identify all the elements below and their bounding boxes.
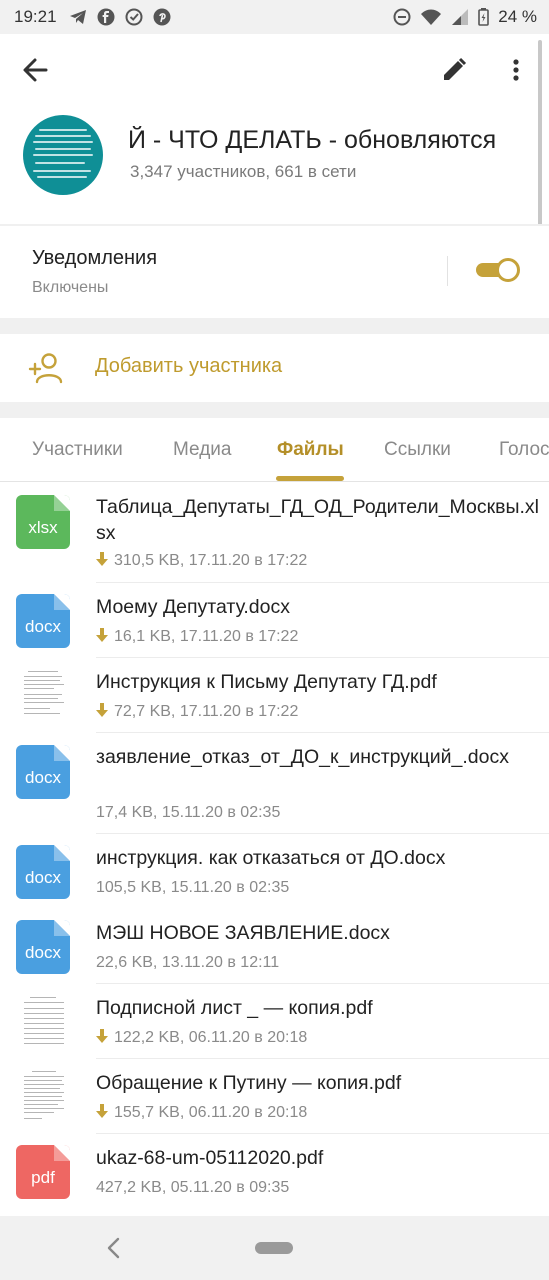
back-button[interactable]	[20, 56, 52, 84]
notifications-row[interactable]: Уведомления Включены	[0, 226, 549, 318]
download-icon	[96, 1029, 108, 1043]
pinterest-icon	[153, 8, 171, 26]
download-icon	[96, 703, 108, 717]
file-name: заявление_отказ_от_ДО_к_инструкций_.docx	[96, 746, 509, 768]
signal-icon	[451, 8, 469, 26]
section-divider	[0, 402, 549, 418]
file-item[interactable]: docx МЭШ НОВОЕ ЗАЯВЛЕНИЕ.docx 22,6 KB, 1…	[0, 909, 549, 984]
nav-back-button[interactable]	[104, 1236, 122, 1260]
download-icon	[96, 628, 108, 642]
arrow-left-icon	[23, 58, 48, 82]
battery-percent: 24 %	[498, 7, 537, 26]
tab-files[interactable]: Файлы	[277, 439, 344, 461]
divider	[447, 256, 448, 286]
pencil-icon	[444, 57, 467, 80]
telegram-icon	[69, 9, 87, 25]
file-meta-text: 17,4 KB, 15.11.20 в 02:35	[96, 804, 281, 821]
chat-avatar[interactable]	[23, 115, 103, 195]
file-meta: 72,7 KB, 17.11.20 в 17:22	[96, 703, 298, 721]
check-circle-icon	[125, 8, 143, 26]
notifications-title: Уведомления	[32, 247, 158, 269]
file-meta: 155,7 KB, 06.11.20 в 20:18	[96, 1104, 307, 1122]
status-time: 19:21	[14, 7, 57, 26]
notifications-toggle[interactable]	[474, 256, 522, 284]
tab-voice[interactable]: Голос	[499, 439, 549, 461]
file-name: МЭШ НОВОЕ ЗАЯВЛЕНИЕ.docx	[96, 922, 390, 944]
add-member-label: Добавить участника	[95, 355, 283, 377]
file-meta: 16,1 KB, 17.11.20 в 17:22	[96, 628, 298, 646]
file-meta-text: 427,2 KB, 05.11.20 в 09:35	[96, 1179, 290, 1196]
file-meta-text: 122,2 KB, 06.11.20 в 20:18	[114, 1029, 308, 1046]
more-options-button[interactable]	[506, 56, 526, 84]
file-name: Подписной лист _ — копия.pdf	[96, 997, 373, 1019]
system-nav-bar	[0, 1216, 549, 1280]
file-name: Таблица_Депутаты_ГД_ОД_Родители_Москвы.x…	[96, 496, 540, 544]
status-bar: 19:21 24 %	[0, 0, 549, 34]
download-icon	[96, 1104, 108, 1118]
tab-links[interactable]: Ссылки	[384, 439, 451, 461]
docx-file-icon: docx	[16, 594, 70, 648]
docx-file-icon: docx	[16, 745, 70, 799]
file-item[interactable]: Подписной лист _ — копия.pdf 122,2 KB, 0…	[0, 984, 549, 1059]
active-tab-indicator	[276, 476, 344, 481]
pdf-file-icon: pdf	[16, 1145, 70, 1199]
file-item[interactable]: pdf ukaz-68-um-05112020.pdf 427,2 KB, 05…	[0, 1134, 549, 1209]
file-meta-text: 72,7 KB, 17.11.20 в 17:22	[114, 703, 299, 720]
file-item[interactable]: docx инструкция. как отказаться от ДО.do…	[0, 834, 549, 909]
file-name: ukaz-68-um-05112020.pdf	[96, 1147, 324, 1169]
file-meta-text: 22,6 KB, 13.11.20 в 12:11	[96, 954, 280, 971]
file-meta-text: 16,1 KB, 17.11.20 в 17:22	[114, 628, 299, 645]
file-meta: 105,5 KB, 15.11.20 в 02:35	[96, 879, 289, 897]
add-person-icon	[28, 353, 63, 384]
file-item[interactable]: docx Моему Депутату.docx 16,1 KB, 17.11.…	[0, 583, 549, 658]
edit-button[interactable]	[440, 56, 468, 84]
file-meta: 427,2 KB, 05.11.20 в 09:35	[96, 1179, 289, 1197]
file-item[interactable]: Обращение к Путину — копия.pdf 155,7 KB,…	[0, 1059, 549, 1134]
file-meta-text: 105,5 KB, 15.11.20 в 02:35	[96, 879, 290, 896]
file-name: инструкция. как отказаться от ДО.docx	[96, 847, 446, 869]
docx-file-icon: docx	[16, 845, 70, 899]
media-tabs: Участники Медиа Файлы Ссылки Голос	[0, 418, 549, 482]
member-count: 3,347 участников, 661 в сети	[130, 162, 357, 181]
file-meta-text: 155,7 KB, 06.11.20 в 20:18	[114, 1104, 308, 1121]
facebook-icon	[97, 8, 115, 26]
pdf-thumbnail	[22, 994, 66, 1050]
pdf-thumbnail	[22, 667, 66, 723]
xlsx-file-icon: xlsx	[16, 495, 70, 549]
notifications-status: Включены	[32, 279, 109, 296]
download-icon	[96, 552, 108, 566]
chevron-left-icon	[107, 1237, 120, 1259]
nav-home-button[interactable]	[255, 1242, 293, 1254]
pdf-thumbnail	[22, 1068, 66, 1124]
file-meta-text: 310,5 KB, 17.11.20 в 17:22	[114, 552, 308, 569]
file-item[interactable]: xlsx Таблица_Депутаты_ГД_ОД_Родители_Мос…	[0, 482, 549, 583]
battery-icon	[478, 8, 490, 26]
docx-file-icon: docx	[16, 920, 70, 974]
file-item[interactable]: docx заявление_отказ_от_ДО_к_инструкций_…	[0, 733, 549, 834]
file-meta: 310,5 KB, 17.11.20 в 17:22	[96, 552, 307, 570]
section-divider	[0, 318, 549, 334]
file-meta: 22,6 KB, 13.11.20 в 12:11	[96, 954, 279, 972]
file-item[interactable]: Инструкция к Письму Депутату ГД.pdf 72,7…	[0, 658, 549, 733]
chat-header: Й - ЧТО ДЕЛАТЬ - обновляются 3,347 участ…	[0, 34, 549, 236]
tab-media[interactable]: Медиа	[173, 439, 231, 461]
chat-title: Й - ЧТО ДЕЛАТЬ - обновляются	[128, 126, 497, 154]
file-name: Моему Депутату.docx	[96, 596, 290, 618]
file-name: Инструкция к Письму Депутату ГД.pdf	[96, 671, 437, 693]
add-member-button[interactable]: Добавить участника	[0, 334, 549, 402]
file-meta: 17,4 KB, 15.11.20 в 02:35	[96, 804, 280, 822]
wifi-icon	[420, 8, 442, 26]
more-vertical-icon	[513, 59, 519, 81]
tab-members[interactable]: Участники	[32, 439, 123, 461]
dnd-icon	[393, 8, 411, 26]
file-name: Обращение к Путину — копия.pdf	[96, 1072, 402, 1094]
file-meta: 122,2 KB, 06.11.20 в 20:18	[96, 1029, 307, 1047]
